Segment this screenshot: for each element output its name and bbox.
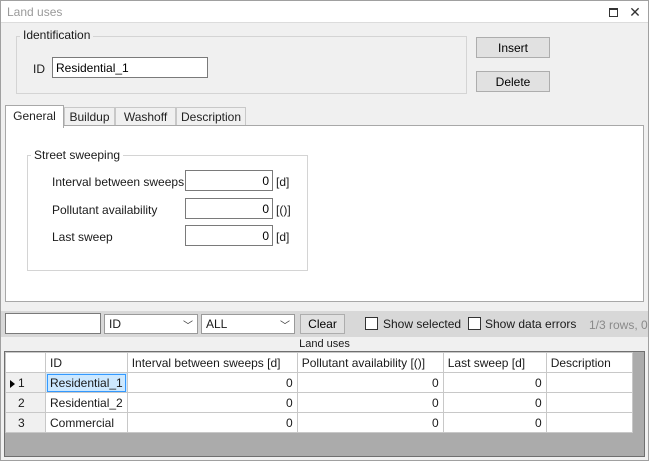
chevron-down-icon: ﹀ [280,321,290,332]
id-input[interactable] [52,57,208,78]
close-icon[interactable]: ✕ [627,4,643,20]
cell-id[interactable]: Residential_2 [45,392,128,413]
column-header-interval[interactable]: Interval between sweeps [d] [126,352,298,373]
cell-id[interactable]: Commercial [45,412,128,433]
grid-table: ID Interval between sweeps [d] Pollutant… [5,352,633,433]
land-uses-window: Land uses ✕ Identification ID Insert Del… [0,0,649,461]
cell-interval[interactable]: 0 [126,392,298,413]
show-errors-checkbox[interactable] [468,317,481,330]
id-label: ID [33,62,45,76]
table-row[interactable]: 2 Residential_2 0 0 0 [5,392,633,413]
restore-icon[interactable] [605,4,621,20]
chevron-down-icon: ﹀ [183,321,193,332]
table-row[interactable]: 1 Residential_1 0 0 0 [5,372,633,393]
column-header-last-sweep[interactable]: Last sweep [d] [442,352,547,373]
last-sweep-unit: [d] [276,230,290,244]
row-count: 1/3 rows, 0 [589,318,648,332]
condition-select-value: ALL [206,317,228,331]
show-selected-checkbox[interactable] [365,317,378,330]
row-header[interactable]: 1 [5,372,46,393]
interval-unit: [d] [276,175,290,189]
column-select-value: ID [109,317,121,331]
street-sweeping-legend: Street sweeping [31,148,124,162]
land-uses-grid: ID Interval between sweeps [d] Pollutant… [4,351,645,457]
filter-bar: ID ﹀ ALL ﹀ Clear Show selected Show data… [1,311,648,337]
cell-interval[interactable]: 0 [126,412,298,433]
tab-buildup[interactable]: Buildup [64,107,115,127]
filter-search-input[interactable] [5,313,101,334]
column-header-availability[interactable]: Pollutant availability [()] [296,352,444,373]
cell-availability[interactable]: 0 [296,392,444,413]
delete-button[interactable]: Delete [476,71,550,92]
insert-button[interactable]: Insert [476,37,550,58]
cell-last-sweep[interactable]: 0 [442,412,547,433]
clear-button[interactable]: Clear [300,314,345,334]
cell-interval[interactable]: 0 [126,372,298,393]
tab-washoff[interactable]: Washoff [115,107,176,127]
cell-last-sweep[interactable]: 0 [442,372,547,393]
cell-last-sweep[interactable]: 0 [442,392,547,413]
availability-label: Pollutant availability [52,203,158,217]
cell-description[interactable] [545,412,633,433]
column-header-description[interactable]: Description [545,352,633,373]
grid-header-row: ID Interval between sweeps [d] Pollutant… [5,352,633,373]
availability-unit: [()] [276,203,291,217]
condition-select[interactable]: ALL ﹀ [201,314,295,334]
cell-description[interactable] [545,392,633,413]
tab-general[interactable]: General [5,105,64,128]
column-header-id[interactable]: ID [45,352,128,373]
window-title: Land uses [7,5,63,19]
identification-legend: Identification [20,28,94,42]
interval-label: Interval between sweeps [52,175,185,189]
show-errors-label: Show data errors [485,317,577,331]
current-row-icon [10,379,15,388]
cell-availability[interactable]: 0 [296,412,444,433]
row-number: 1 [18,375,25,390]
cell-description[interactable] [545,372,633,393]
last-sweep-label: Last sweep [52,230,113,244]
table-row[interactable]: 3 Commercial 0 0 0 [5,412,633,433]
title-bar: Land uses ✕ [1,1,648,23]
general-tab-panel: Street sweeping Interval between sweeps … [5,125,644,302]
show-selected-label: Show selected [383,317,462,331]
cell-availability[interactable]: 0 [296,372,444,393]
row-header[interactable]: 2 [5,392,46,413]
row-header[interactable]: 3 [5,412,46,433]
cell-id[interactable]: Residential_1 [45,372,128,393]
availability-input[interactable] [185,198,273,219]
tab-description[interactable]: Description [176,107,246,127]
interval-input[interactable] [185,170,273,191]
column-header-rownum [5,352,46,373]
last-sweep-input[interactable] [185,225,273,246]
grid-title: Land uses [1,337,648,351]
column-select[interactable]: ID ﹀ [104,314,198,334]
